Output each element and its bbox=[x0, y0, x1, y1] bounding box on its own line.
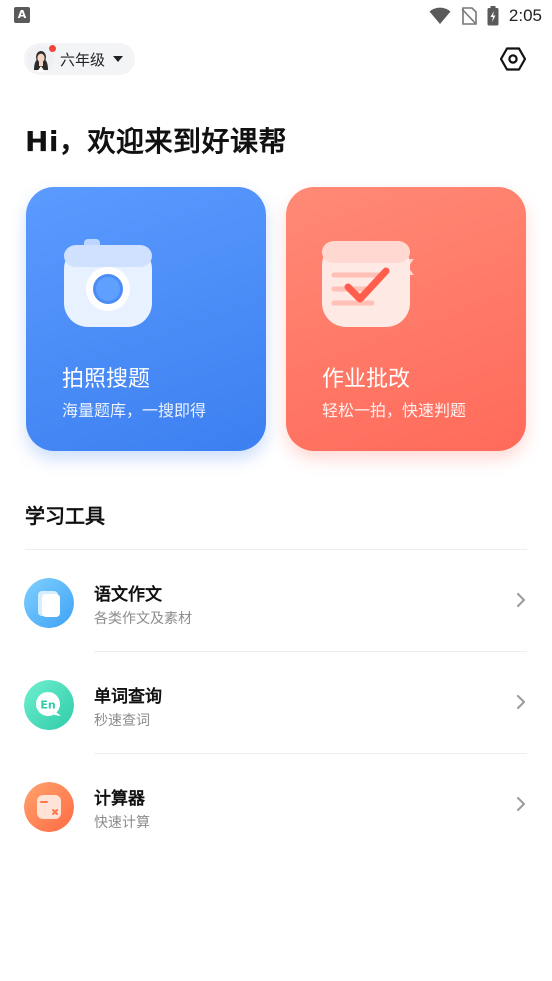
tool-row-essay[interactable]: 语文作文 各类作文及素材 bbox=[0, 550, 552, 652]
photo-search-card[interactable]: 拍照搜题 海量题库，一搜即得 bbox=[26, 187, 266, 451]
caret-down-icon bbox=[113, 56, 124, 62]
grade-selector[interactable]: 六年级 bbox=[24, 43, 136, 75]
settings-icon[interactable] bbox=[500, 46, 526, 72]
status-icons: 2:05 bbox=[429, 4, 542, 28]
grade-label: 六年级 bbox=[60, 50, 106, 69]
homework-check-title: 作业批改 bbox=[322, 367, 411, 392]
tool-name: 语文作文 bbox=[94, 585, 162, 605]
notification-app-icon: A bbox=[14, 7, 30, 23]
book-icon bbox=[24, 578, 74, 628]
homework-check-icon bbox=[322, 241, 414, 327]
chevron-right-icon bbox=[517, 593, 525, 607]
chevron-right-icon bbox=[517, 797, 525, 811]
no-sim-icon bbox=[461, 7, 477, 25]
svg-text:En: En bbox=[40, 699, 55, 712]
tools-section-title: 学习工具 bbox=[25, 504, 105, 528]
homework-check-subtitle: 轻松一拍，快速判题 bbox=[322, 401, 467, 420]
photo-search-subtitle: 海量题库，一搜即得 bbox=[62, 401, 207, 420]
wifi-icon bbox=[429, 7, 451, 24]
greeting-title: Hi，欢迎来到好课帮 bbox=[25, 125, 288, 158]
status-bar: A 2:05 bbox=[0, 0, 552, 32]
notification-dot bbox=[49, 45, 56, 52]
avatar[interactable] bbox=[28, 45, 56, 72]
chevron-right-icon bbox=[517, 695, 525, 709]
tool-name: 计算器 bbox=[94, 789, 145, 809]
english-chat-icon: En bbox=[24, 680, 74, 730]
tool-row-word-lookup[interactable]: En 单词查询 秒速查词 bbox=[0, 652, 552, 754]
photo-search-title: 拍照搜题 bbox=[62, 367, 151, 392]
tool-desc: 快速计算 bbox=[94, 815, 150, 831]
clock: 2:05 bbox=[508, 6, 542, 25]
calculator-icon bbox=[24, 782, 74, 832]
tool-desc: 秒速查词 bbox=[94, 713, 150, 729]
tool-row-calculator[interactable]: 计算器 快速计算 bbox=[0, 754, 552, 856]
homework-check-card[interactable]: 作业批改 轻松一拍，快速判题 bbox=[286, 187, 526, 451]
tool-desc: 各类作文及素材 bbox=[94, 611, 192, 627]
battery-charging-icon bbox=[487, 6, 499, 26]
tool-name: 单词查询 bbox=[94, 687, 162, 707]
camera-icon bbox=[64, 239, 152, 327]
